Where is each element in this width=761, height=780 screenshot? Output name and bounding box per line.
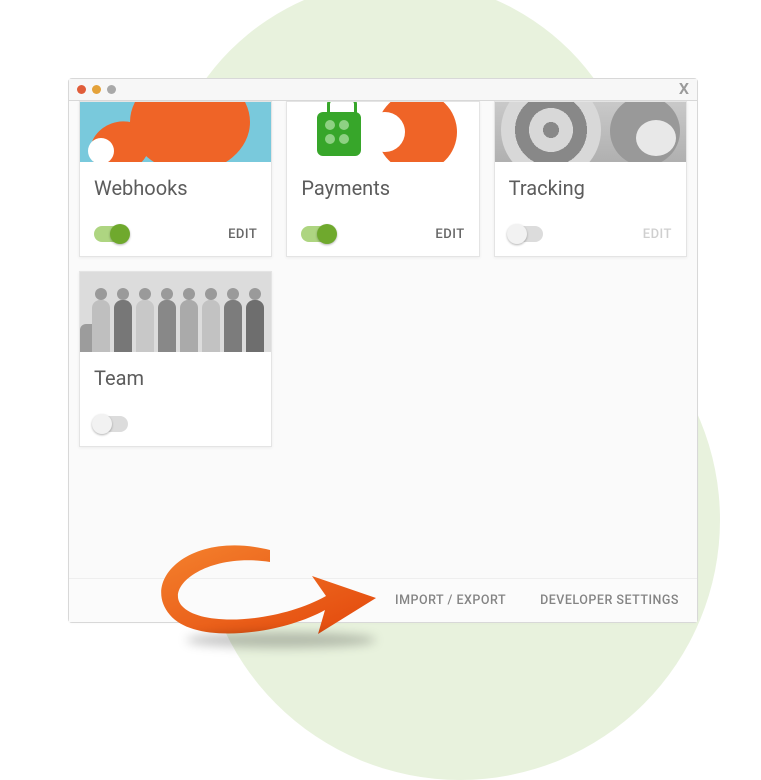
card-webhooks-actions: EDIT: [80, 206, 271, 256]
card-webhooks-toggle[interactable]: [94, 226, 128, 242]
app-window: X Webhooks EDIT Payments: [68, 78, 698, 623]
window-close-dot[interactable]: [77, 85, 86, 94]
card-team-toggle[interactable]: [94, 416, 128, 432]
card-payments-actions: EDIT: [287, 206, 478, 256]
card-tracking-title: Tracking: [495, 162, 686, 206]
developer-settings-button[interactable]: DEVELOPER SETTINGS: [540, 593, 679, 608]
empty-slot: [494, 271, 687, 447]
window-footer: IMPORT / EXPORT DEVELOPER SETTINGS: [69, 578, 697, 622]
cards-row-2: Team: [79, 271, 687, 447]
card-payments-title: Payments: [287, 162, 478, 206]
card-tracking: Tracking EDIT: [494, 101, 687, 257]
card-team: Team: [79, 271, 272, 447]
card-tracking-image: [495, 102, 686, 162]
window-titlebar: X: [69, 79, 697, 101]
card-tracking-toggle[interactable]: [509, 226, 543, 242]
card-payments: Payments EDIT: [286, 101, 479, 257]
card-payments-edit-button[interactable]: EDIT: [435, 227, 464, 242]
card-webhooks-image: [80, 102, 271, 162]
card-webhooks-edit-button[interactable]: EDIT: [228, 227, 257, 242]
window-content: Webhooks EDIT Payments EDIT: [69, 101, 697, 578]
cards-row-1: Webhooks EDIT Payments EDIT: [79, 101, 687, 257]
card-payments-image: [287, 102, 478, 162]
window-zoom-dot[interactable]: [107, 85, 116, 94]
card-team-actions: [80, 396, 271, 446]
close-icon[interactable]: X: [679, 79, 689, 98]
card-team-title: Team: [80, 352, 271, 396]
card-tracking-actions: EDIT: [495, 206, 686, 256]
card-payments-toggle[interactable]: [301, 226, 335, 242]
card-webhooks: Webhooks EDIT: [79, 101, 272, 257]
window-minimize-dot[interactable]: [92, 85, 101, 94]
card-webhooks-title: Webhooks: [80, 162, 271, 206]
empty-slot: [286, 271, 479, 447]
window-controls: [77, 85, 116, 94]
import-export-button[interactable]: IMPORT / EXPORT: [395, 593, 506, 608]
card-tracking-edit-button: EDIT: [643, 227, 672, 242]
card-team-image: [80, 272, 271, 352]
